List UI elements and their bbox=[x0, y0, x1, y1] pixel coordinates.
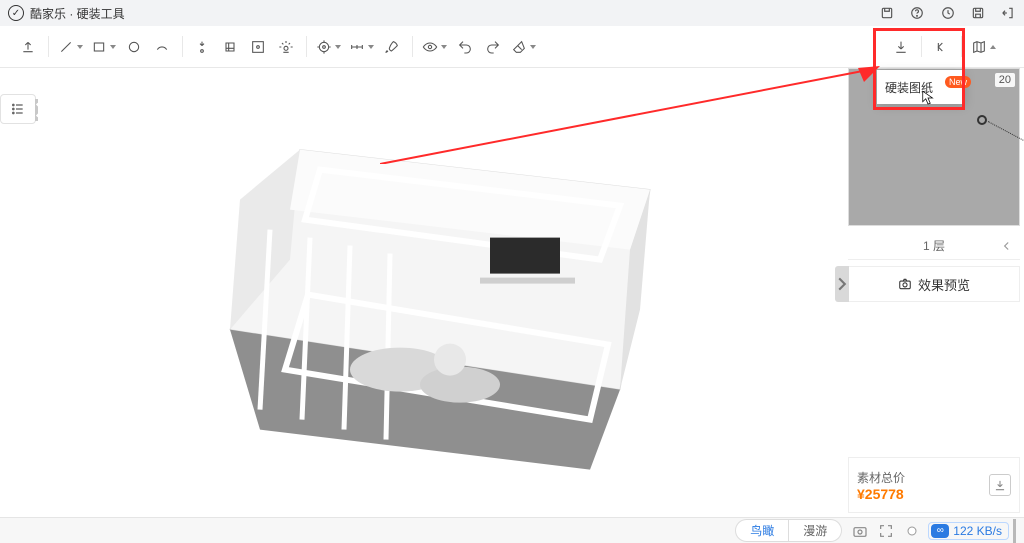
undo-icon[interactable] bbox=[451, 33, 479, 61]
cursor-pointer-icon bbox=[922, 90, 934, 106]
help-icon[interactable] bbox=[910, 5, 926, 21]
rect-tool-icon[interactable] bbox=[87, 33, 120, 61]
line-tool-icon[interactable] bbox=[54, 33, 87, 61]
cost-download-button[interactable] bbox=[989, 474, 1011, 496]
redo-icon[interactable] bbox=[479, 33, 507, 61]
save-icon[interactable] bbox=[970, 5, 986, 21]
exit-icon[interactable] bbox=[1000, 5, 1016, 21]
material-cost-panel: 素材总价 ¥25778 bbox=[848, 457, 1020, 513]
minimap-scale-badge: 20 bbox=[995, 73, 1015, 87]
chevron-right-icon bbox=[1000, 239, 1014, 253]
point-tool-icon[interactable] bbox=[188, 33, 216, 61]
focus-tool-icon[interactable] bbox=[244, 33, 272, 61]
slide-left-icon[interactable] bbox=[927, 33, 955, 61]
save-menu-icon[interactable] bbox=[880, 5, 896, 21]
main-toolbar bbox=[0, 26, 1024, 68]
new-badge: New bbox=[945, 76, 971, 88]
drawings-map-icon[interactable] bbox=[967, 33, 1000, 61]
minimap-camera-icon bbox=[977, 115, 987, 125]
visibility-icon[interactable] bbox=[418, 33, 451, 61]
render-preview-label: 效果预览 bbox=[918, 275, 970, 294]
zoom-slider-handle-icon[interactable] bbox=[904, 523, 920, 539]
title-bar: ✓ 酷家乐 · 硬装工具 bbox=[0, 0, 1024, 26]
circle-tool-icon[interactable] bbox=[120, 33, 148, 61]
cost-value: ¥25778 bbox=[857, 486, 989, 502]
eraser-icon[interactable] bbox=[507, 33, 540, 61]
status-bar: 鸟瞰 漫游 ∞ 122 KB/s bbox=[0, 517, 1024, 543]
drawings-popup[interactable]: 硬装图纸 New bbox=[877, 70, 965, 104]
region-tool-icon[interactable] bbox=[216, 33, 244, 61]
dimension-tool-icon[interactable] bbox=[345, 33, 378, 61]
brush-tool-icon[interactable] bbox=[378, 33, 406, 61]
app-title: 酷家乐 · 硬装工具 bbox=[30, 5, 125, 22]
camera-icon bbox=[898, 277, 912, 291]
arc-tool-icon[interactable] bbox=[148, 33, 176, 61]
right-panel-collapse-icon[interactable] bbox=[835, 266, 849, 302]
network-speed-value: 122 KB/s bbox=[953, 524, 1002, 538]
cost-label: 素材总价 bbox=[857, 469, 989, 486]
tab-birdview[interactable]: 鸟瞰 bbox=[735, 519, 789, 542]
network-speed: ∞ 122 KB/s bbox=[928, 522, 1009, 540]
screenshot-icon[interactable] bbox=[852, 523, 868, 539]
upload-icon[interactable] bbox=[14, 33, 42, 61]
app-logo-icon: ✓ bbox=[8, 5, 24, 21]
locate-tool-icon[interactable] bbox=[312, 33, 345, 61]
network-icon: ∞ bbox=[931, 524, 949, 538]
floor-label: 1 层 bbox=[923, 237, 945, 254]
3d-viewport[interactable] bbox=[38, 68, 842, 515]
download-icon[interactable] bbox=[887, 33, 915, 61]
tab-roam[interactable]: 漫游 bbox=[789, 519, 842, 542]
render-preview-button[interactable]: 效果预览 bbox=[848, 266, 1020, 302]
fullscreen-icon[interactable] bbox=[878, 523, 894, 539]
resize-handle[interactable] bbox=[1013, 519, 1016, 543]
light-tool-icon[interactable] bbox=[272, 33, 300, 61]
left-panel-toggle[interactable] bbox=[0, 94, 36, 124]
floor-selector[interactable]: 1 层 bbox=[848, 232, 1020, 260]
room-3d-render bbox=[190, 109, 690, 489]
view-mode-tabs: 鸟瞰 漫游 bbox=[735, 519, 842, 542]
history-icon[interactable] bbox=[940, 5, 956, 21]
